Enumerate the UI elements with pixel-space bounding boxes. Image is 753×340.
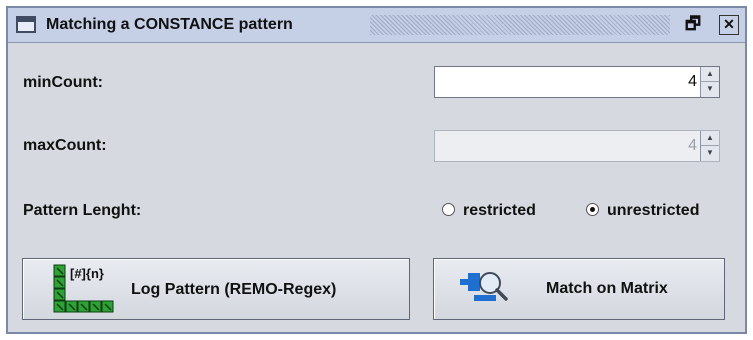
matrix-search-icon xyxy=(460,272,508,301)
spin-up-icon[interactable]: ▲ xyxy=(701,67,719,82)
mincount-label: minCount: xyxy=(23,74,103,91)
dialog-window: Matching a CONSTANCE pattern 🗗 ✕ minCoun… xyxy=(6,6,747,334)
maxcount-spin-buttons[interactable]: ▲ ▼ xyxy=(700,131,719,161)
radio-restricted[interactable]: restricted xyxy=(442,202,536,220)
mincount-spin-buttons[interactable]: ▲ ▼ xyxy=(700,67,719,97)
log-pattern-label: Log Pattern (REMO-Regex) xyxy=(131,281,337,298)
window-icon xyxy=(16,16,36,33)
maxcount-label: maxCount: xyxy=(23,137,107,154)
title-bar-grip[interactable] xyxy=(370,15,670,35)
mincount-value[interactable]: 4 xyxy=(688,73,697,91)
radio-button-selected-icon[interactable] xyxy=(586,203,599,216)
radio-unrestricted[interactable]: unrestricted xyxy=(586,202,699,220)
match-on-matrix-button[interactable]: Match on Matrix xyxy=(433,258,725,320)
log-pattern-icon-text: [#]{n} xyxy=(70,266,104,281)
radio-button-icon[interactable] xyxy=(442,203,455,216)
radio-unrestricted-label: unrestricted xyxy=(607,202,700,219)
maximize-icon[interactable]: 🗗 xyxy=(682,13,704,35)
pattern-length-label: Pattern Lenght: xyxy=(23,202,142,219)
maxcount-value[interactable]: 4 xyxy=(688,137,697,155)
match-on-matrix-label: Match on Matrix xyxy=(546,280,668,297)
spin-down-icon[interactable]: ▼ xyxy=(701,146,719,160)
title-bar[interactable]: Matching a CONSTANCE pattern 🗗 ✕ xyxy=(8,8,745,43)
spin-down-icon[interactable]: ▼ xyxy=(701,82,719,96)
log-pattern-button[interactable]: [#]{n} Log Pattern (REMO-Regex) xyxy=(22,258,410,320)
close-icon[interactable]: ✕ xyxy=(719,15,739,35)
radio-restricted-label: restricted xyxy=(463,202,536,219)
window-title: Matching a CONSTANCE pattern xyxy=(46,16,293,33)
mincount-spinner[interactable]: 4 ▲ ▼ xyxy=(434,66,720,98)
maxcount-spinner[interactable]: 4 ▲ ▼ xyxy=(434,130,720,162)
spin-up-icon[interactable]: ▲ xyxy=(701,131,719,146)
